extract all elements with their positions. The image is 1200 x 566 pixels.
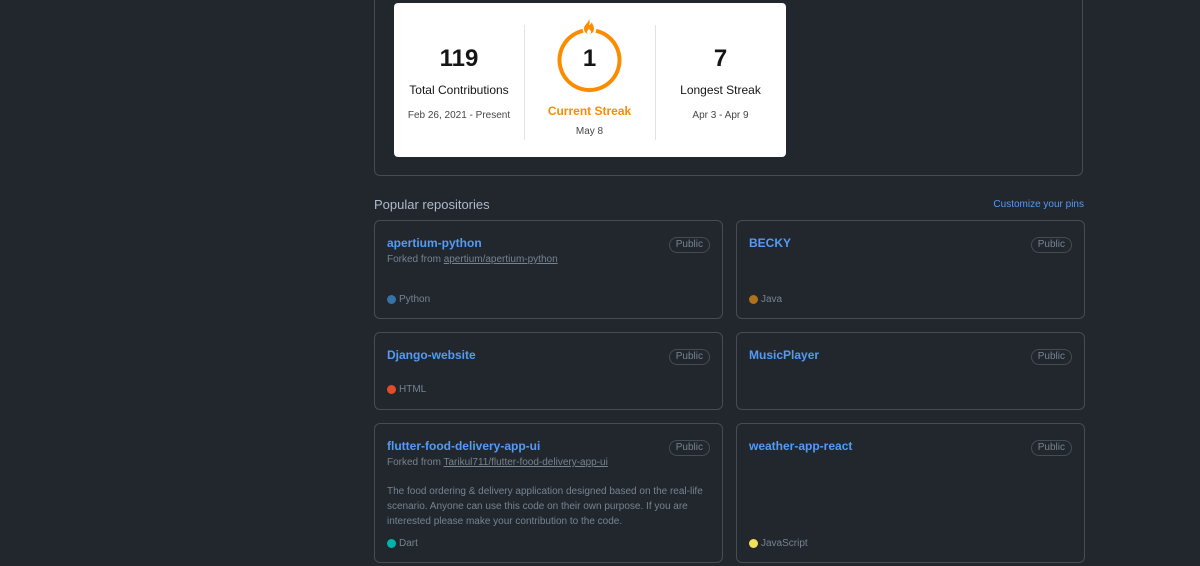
total-contributions-range: Feb 26, 2021 - Present [407, 110, 511, 121]
language-name: HTML [399, 384, 427, 395]
current-streak-label: Current Streak [547, 104, 632, 118]
repo-name-link[interactable]: flutter-food-delivery-app-ui [387, 439, 540, 453]
visibility-badge: Public [668, 440, 710, 456]
visibility-badge: Public [668, 349, 710, 365]
longest-streak-value: 7 [713, 45, 728, 72]
forked-from-link[interactable]: Tarikul711/flutter-food-delivery-app-ui [444, 457, 608, 468]
language-color-dot [387, 539, 396, 548]
language-name: JavaScript [761, 538, 808, 549]
repo-language: HTML [387, 384, 426, 395]
repo-language: Dart [387, 538, 418, 549]
total-contributions-stat: 119 Total Contributions Feb 26, 2021 - P… [394, 3, 524, 157]
profile-page: 119 Total Contributions Feb 26, 2021 - P… [0, 0, 1200, 566]
current-streak-stat: 1 Current Streak May 8 [524, 3, 655, 157]
visibility-badge: Public [668, 237, 710, 253]
forked-prefix: Forked from [387, 254, 444, 265]
repo-card: flutter-food-delivery-app-ui Public Fork… [374, 423, 723, 563]
longest-streak-stat: 7 Longest Streak Apr 3 - Apr 9 [655, 3, 786, 157]
repo-description: The food ordering & delivery application… [387, 486, 703, 527]
repo-name-link[interactable]: apertium-python [387, 236, 482, 250]
forked-from-link[interactable]: apertium/apertium-python [444, 254, 558, 265]
fire-icon [584, 19, 594, 34]
repo-name-link[interactable]: Django-website [387, 348, 476, 362]
repo-language: Python [387, 294, 430, 305]
repo-name-link[interactable]: MusicPlayer [749, 348, 819, 362]
longest-streak-range: Apr 3 - Apr 9 [692, 110, 749, 121]
forked-from-text: Forked from Tarikul711/flutter-food-deli… [387, 457, 608, 468]
visibility-badge: Public [1030, 440, 1072, 456]
repo-name-link[interactable]: weather-app-react [749, 439, 852, 453]
language-name: Java [761, 294, 783, 305]
language-name: Python [399, 294, 431, 305]
language-name: Dart [399, 538, 418, 549]
current-streak-value: 1 [582, 45, 597, 72]
forked-prefix: Forked from [387, 457, 444, 468]
forked-from-text: Forked from apertium/apertium-python [387, 254, 558, 265]
customize-pins-link[interactable]: Customize your pins [993, 199, 1084, 210]
repo-name-link[interactable]: BECKY [749, 236, 791, 250]
longest-streak-label: Longest Streak [680, 83, 761, 97]
current-streak-range: May 8 [575, 126, 604, 137]
repo-card: apertium-python Public Forked from apert… [374, 220, 723, 319]
total-contributions-value: 119 [439, 45, 479, 72]
repo-language: JavaScript [749, 538, 808, 549]
streak-stats-card: 119 Total Contributions Feb 26, 2021 - P… [394, 3, 786, 157]
repo-card: MusicPlayer Public [736, 332, 1085, 410]
visibility-badge: Public [1030, 349, 1072, 365]
repo-card: weather-app-react Public JavaScript [736, 423, 1085, 563]
repo-card: BECKY Public Java [736, 220, 1085, 319]
total-contributions-label: Total Contributions [409, 83, 509, 97]
language-color-dot [749, 295, 758, 304]
visibility-badge: Public [1030, 237, 1072, 253]
repo-card: Django-website Public HTML [374, 332, 723, 410]
repo-language: Java [749, 294, 782, 305]
language-color-dot [387, 295, 396, 304]
language-color-dot [749, 539, 758, 548]
language-color-dot [387, 385, 396, 394]
popular-repositories-heading: Popular repositories [374, 197, 490, 212]
